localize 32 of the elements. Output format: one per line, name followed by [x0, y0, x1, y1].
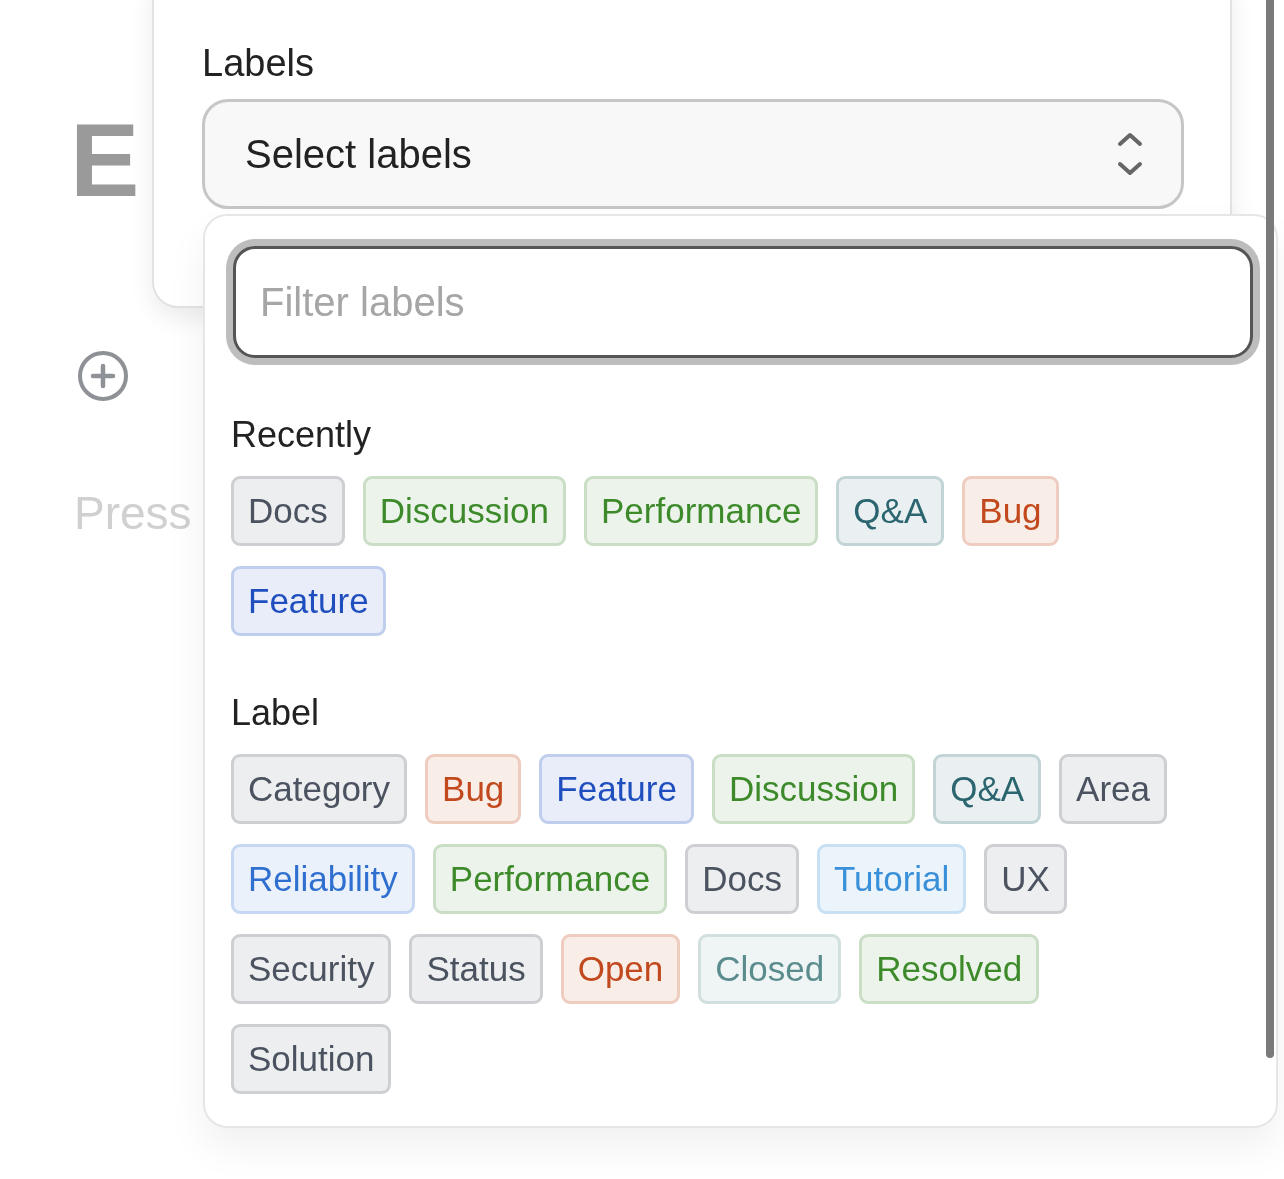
label-tag[interactable]: Performance [432, 844, 668, 914]
label-tag[interactable]: Docs [231, 476, 345, 546]
add-icon[interactable] [77, 350, 129, 402]
page-title: E [70, 108, 138, 212]
label-tag[interactable]: Reliability [231, 844, 415, 914]
section-heading: Label [231, 692, 321, 734]
label-tag[interactable]: Bug [425, 754, 522, 824]
label-tag[interactable]: Performance [584, 476, 819, 546]
label-tag[interactable]: Discussion [711, 754, 916, 824]
scrollbar[interactable] [1266, 0, 1274, 1058]
labels-select[interactable]: Select labels [202, 99, 1184, 209]
filter-field[interactable]: Filter labels [233, 246, 1253, 358]
label-tag[interactable]: Q&A [933, 754, 1042, 824]
label-tag[interactable]: Open [560, 934, 681, 1004]
label-tag[interactable]: Category [231, 754, 408, 824]
label-tag[interactable]: UX [984, 844, 1067, 914]
label-tag[interactable]: Resolved [859, 934, 1040, 1004]
label-tag[interactable]: Closed [698, 934, 842, 1004]
label-tag[interactable]: Solution [231, 1024, 392, 1094]
label-tag[interactable]: Discussion [362, 476, 566, 546]
label-tag[interactable]: Area [1059, 754, 1168, 824]
label-tag[interactable]: Security [231, 934, 392, 1004]
label-tag[interactable]: Status [409, 934, 543, 1004]
label-tag[interactable]: Bug [962, 476, 1059, 546]
label-tag[interactable]: Feature [539, 754, 694, 824]
label-tag[interactable]: Tutorial [816, 844, 967, 914]
label-tag[interactable]: Docs [685, 844, 799, 914]
field-label: Labels [202, 42, 315, 85]
label-tag[interactable]: Feature [231, 566, 386, 636]
section-heading: Recently [231, 414, 373, 456]
chevron-icon [1117, 131, 1143, 177]
label-tag[interactable]: Q&A [836, 476, 945, 546]
